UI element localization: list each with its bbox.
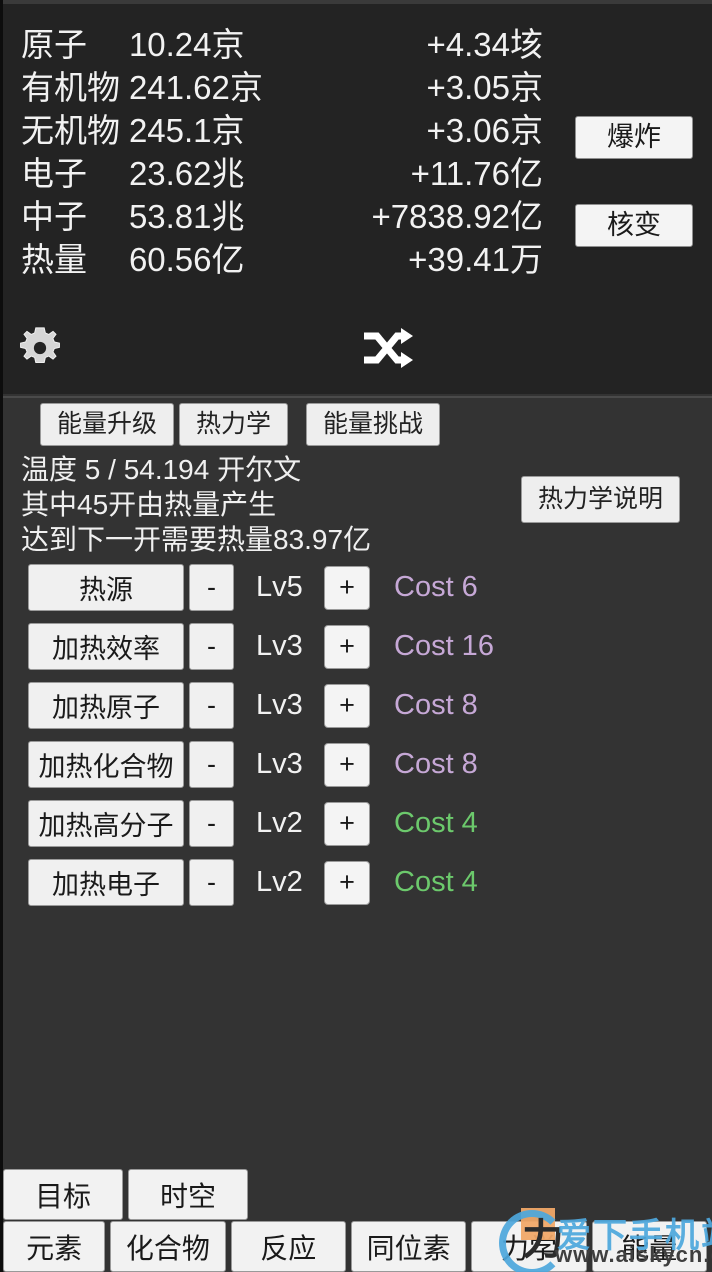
resource-value: 60.56亿 — [128, 241, 245, 278]
upgrade-row: 热源 - Lv5 + Cost 6 — [3, 558, 712, 617]
resource-panel: 原子 10.24京 +4.34垓 有机物 241.62京 +3.05京 无机物 … — [3, 0, 712, 307]
nav-compounds[interactable]: 化合物 — [110, 1221, 226, 1272]
resource-name: 有机物 — [21, 69, 120, 106]
upgrade-row: 加热效率 - Lv3 + Cost 16 — [3, 617, 712, 676]
nav-mechanics[interactable]: 力学 — [471, 1221, 587, 1272]
increase-button[interactable]: + — [324, 801, 370, 846]
upgrade-cost: Cost 16 — [394, 630, 494, 662]
resource-value: 23.62兆 — [128, 155, 245, 192]
decrease-button[interactable]: - — [189, 623, 234, 670]
heat-source-line: 其中45开由热量产生 — [21, 489, 277, 520]
increase-button[interactable]: + — [324, 742, 370, 787]
nav-isotopes[interactable]: 同位素 — [350, 1221, 467, 1272]
increase-button[interactable]: + — [324, 860, 370, 905]
upgrade-name-button[interactable]: 加热原子 — [28, 682, 184, 729]
upgrade-row: 加热电子 - Lv2 + Cost 4 — [3, 853, 712, 912]
explode-button[interactable]: 爆炸 — [575, 116, 693, 159]
upgrade-level: Lv2 — [256, 866, 303, 898]
upgrade-row: 加热高分子 - Lv2 + Cost 4 — [3, 794, 712, 853]
increase-button[interactable]: + — [324, 565, 370, 610]
resource-list: 原子 10.24京 +4.34垓 有机物 241.62京 +3.05京 无机物 … — [3, 18, 543, 278]
decrease-button[interactable]: - — [189, 859, 234, 906]
upgrade-cost: Cost 8 — [394, 689, 478, 721]
gear-icon[interactable] — [17, 325, 63, 371]
resource-name: 热量 — [21, 241, 87, 278]
upgrade-cost: Cost 8 — [394, 748, 478, 780]
tab-energy-upgrade[interactable]: 能量升级 — [40, 403, 175, 446]
increase-button[interactable]: + — [324, 683, 370, 728]
shuffle-icon[interactable] — [361, 327, 413, 369]
nav-goals[interactable]: 目标 — [3, 1169, 123, 1220]
resource-row: 中子 53.81兆 +7838.92亿 — [3, 190, 543, 235]
nav-reactions[interactable]: 反应 — [230, 1221, 346, 1272]
upgrade-level: Lv3 — [256, 630, 303, 662]
temperature-info: 温度 5 / 54.194 开尔文 其中45开由热量产生 达到下一开需要热量83… — [21, 452, 491, 557]
resource-value: 241.62京 — [128, 69, 263, 106]
nav-spacetime[interactable]: 时空 — [128, 1169, 248, 1220]
secondary-nav-bar: 目标 时空 — [3, 1169, 712, 1220]
decrease-button[interactable]: - — [189, 564, 234, 611]
resource-name: 原子 — [21, 26, 87, 63]
resource-delta: +4.34垓 — [426, 26, 544, 63]
upgrade-level: Lv3 — [256, 748, 303, 780]
tab-bar: 能量升级 热力学 能量挑战 — [3, 396, 712, 448]
upgrade-level: Lv3 — [256, 689, 303, 721]
game-screen: 原子 10.24京 +4.34垓 有机物 241.62京 +3.05京 无机物 … — [0, 0, 712, 1272]
nav-elements[interactable]: 元素 — [3, 1221, 106, 1272]
fusion-button[interactable]: 核变 — [575, 204, 693, 247]
resource-row: 电子 23.62兆 +11.76亿 — [3, 147, 543, 192]
upgrade-cost: Cost 4 — [394, 866, 478, 898]
upgrade-name-button[interactable]: 加热电子 — [28, 859, 184, 906]
resource-row: 无机物 245.1京 +3.06京 — [3, 104, 543, 149]
upgrade-list: 热源 - Lv5 + Cost 6 加热效率 - Lv3 + Cost 16 加… — [3, 558, 712, 912]
resource-row: 热量 60.56亿 +39.41万 — [3, 233, 543, 278]
resource-name: 无机物 — [21, 112, 120, 149]
resource-delta: +7838.92亿 — [371, 198, 543, 235]
resource-name: 中子 — [21, 198, 87, 235]
resource-value: 10.24京 — [128, 26, 245, 63]
resource-delta: +3.05京 — [426, 69, 544, 106]
resource-name: 电子 — [21, 155, 87, 192]
nav-energy[interactable]: 能量 — [591, 1221, 707, 1272]
thermodynamics-help-button[interactable]: 热力学说明 — [521, 476, 681, 523]
upgrade-cost: Cost 6 — [394, 571, 478, 603]
resource-row: 有机物 241.62京 +3.05京 — [3, 61, 543, 106]
decrease-button[interactable]: - — [189, 682, 234, 729]
tab-energy-challenge[interactable]: 能量挑战 — [306, 403, 441, 446]
icon-bar — [3, 307, 712, 394]
tab-thermodynamics[interactable]: 热力学 — [179, 403, 289, 446]
upgrade-row: 加热原子 - Lv3 + Cost 8 — [3, 676, 712, 735]
primary-nav-bar: 元素 化合物 反应 同位素 力学 能量 — [3, 1221, 712, 1272]
upgrade-level: Lv2 — [256, 807, 303, 839]
decrease-button[interactable]: - — [189, 800, 234, 847]
resource-delta: +3.06京 — [426, 112, 544, 149]
next-kelvin-line: 达到下一开需要热量83.97亿 — [21, 524, 372, 555]
resource-value: 245.1京 — [128, 112, 245, 149]
resource-value: 53.81兆 — [128, 198, 245, 235]
upgrade-cost: Cost 4 — [394, 807, 478, 839]
upgrade-name-button[interactable]: 加热效率 — [28, 623, 184, 670]
upgrade-name-button[interactable]: 加热高分子 — [28, 800, 184, 847]
upgrade-level: Lv5 — [256, 571, 303, 603]
upgrade-name-button[interactable]: 加热化合物 — [28, 741, 184, 788]
increase-button[interactable]: + — [324, 624, 370, 669]
upgrade-row: 加热化合物 - Lv3 + Cost 8 — [3, 735, 712, 794]
upgrade-name-button[interactable]: 热源 — [28, 564, 184, 611]
resource-delta: +39.41万 — [408, 241, 543, 278]
resource-row: 原子 10.24京 +4.34垓 — [3, 18, 543, 63]
temperature-line: 温度 5 / 54.194 开尔文 — [21, 454, 302, 485]
resource-delta: +11.76亿 — [410, 155, 543, 192]
decrease-button[interactable]: - — [189, 741, 234, 788]
